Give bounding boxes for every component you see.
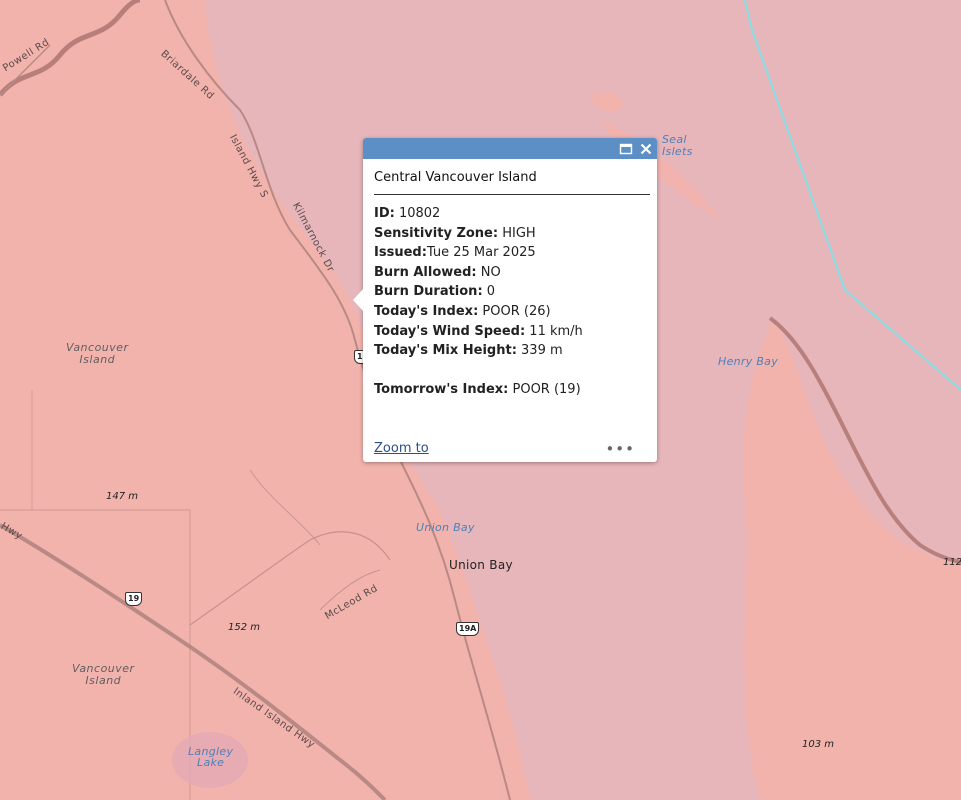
attr-row-today-mix-height: Today's Mix Height: 339 m <box>374 343 563 359</box>
elevation-label-103: 103 m <box>802 739 835 750</box>
attr-row-issued: Issued:Tue 25 Mar 2025 <box>374 245 536 261</box>
highway-shield-19a: 19A <box>456 622 480 636</box>
attr-row-burn-duration: Burn Duration: 0 <box>374 284 496 300</box>
attr-row-id: ID: 10802 <box>374 206 441 221</box>
attr-row-today-wind-speed: Today's Wind Speed: 11 km/h <box>374 323 583 339</box>
elevation-label-152: 152 m <box>228 622 261 633</box>
maximize-icon[interactable] <box>619 141 633 155</box>
place-label-union-bay-water: Union Bay <box>416 521 475 534</box>
place-label-union-bay-town: Union Bay <box>449 558 513 572</box>
attr-row-tomorrow-index: Tomorrow's Index: POOR (19) <box>374 382 581 398</box>
place-label-henry-bay: Henry Bay <box>718 355 779 368</box>
zoom-to-link[interactable]: Zoom to <box>374 441 429 456</box>
popup-header <box>363 138 657 159</box>
elevation-label-147: 147 m <box>106 491 139 502</box>
place-label-vancouver-island-1: Vancouver Island <box>66 341 129 366</box>
close-icon[interactable] <box>639 141 653 155</box>
attr-row-today-index: Today's Index: POOR (26) <box>374 303 551 319</box>
place-label-vancouver-island-2: Vancouver Island <box>72 662 135 687</box>
elevation-label-112: 112 <box>943 557 961 568</box>
land-east <box>743 320 961 800</box>
place-label-seal-islets: Seal Islets <box>662 133 693 158</box>
attribute-list: ID: 10802 Sensitivity Zone: HIGH Issued:… <box>374 204 583 400</box>
highway-shield-19: 19 <box>125 592 143 606</box>
title-divider <box>374 194 650 195</box>
attr-row-burn-allowed: Burn Allowed: NO <box>374 264 501 280</box>
popup-title: Central Vancouver Island <box>374 170 537 185</box>
place-label-langley-lake: Langley Lake <box>188 745 234 769</box>
attr-row-sensitivity-zone: Sensitivity Zone: HIGH <box>374 225 536 241</box>
popup-pointer <box>353 288 364 312</box>
feature-popup: Central Vancouver Island ID: 10802 Sensi… <box>353 138 657 462</box>
more-options-icon[interactable]: ••• <box>605 440 635 458</box>
